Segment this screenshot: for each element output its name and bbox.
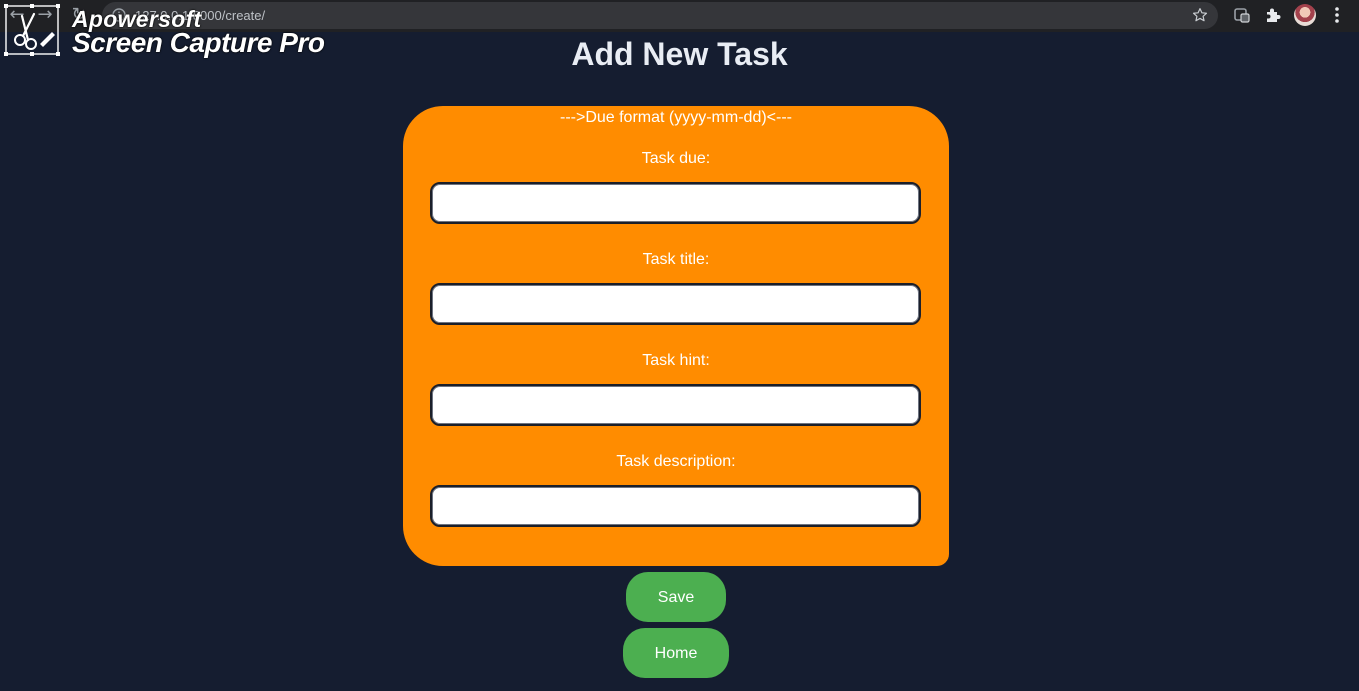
- avatar[interactable]: [1294, 4, 1316, 26]
- star-icon[interactable]: [1191, 6, 1209, 24]
- task-title-label: Task title:: [642, 251, 710, 268]
- home-button[interactable]: Home: [623, 628, 729, 678]
- task-form: --->Due format (yyyy-mm-dd)<--- Task due…: [403, 106, 949, 566]
- task-due-label: Task due:: [641, 150, 711, 167]
- page-title: Add New Task: [571, 36, 788, 72]
- due-format-hint: --->Due format (yyyy-mm-dd)<---: [559, 109, 792, 126]
- task-due-input[interactable]: [430, 182, 921, 224]
- address-bar[interactable]: 127.0.0.1:8000/create/: [102, 2, 1218, 29]
- task-description-input[interactable]: [430, 485, 921, 527]
- task-title-input[interactable]: [430, 283, 921, 325]
- task-hint-input[interactable]: [430, 384, 921, 426]
- extension-badge-icon[interactable]: [1232, 5, 1252, 25]
- puzzle-icon[interactable]: [1263, 5, 1283, 25]
- save-button[interactable]: Save: [626, 572, 726, 622]
- task-description-label: Task description:: [616, 453, 736, 470]
- task-hint-label: Task hint:: [642, 352, 710, 369]
- kebab-menu-icon[interactable]: [1327, 5, 1347, 25]
